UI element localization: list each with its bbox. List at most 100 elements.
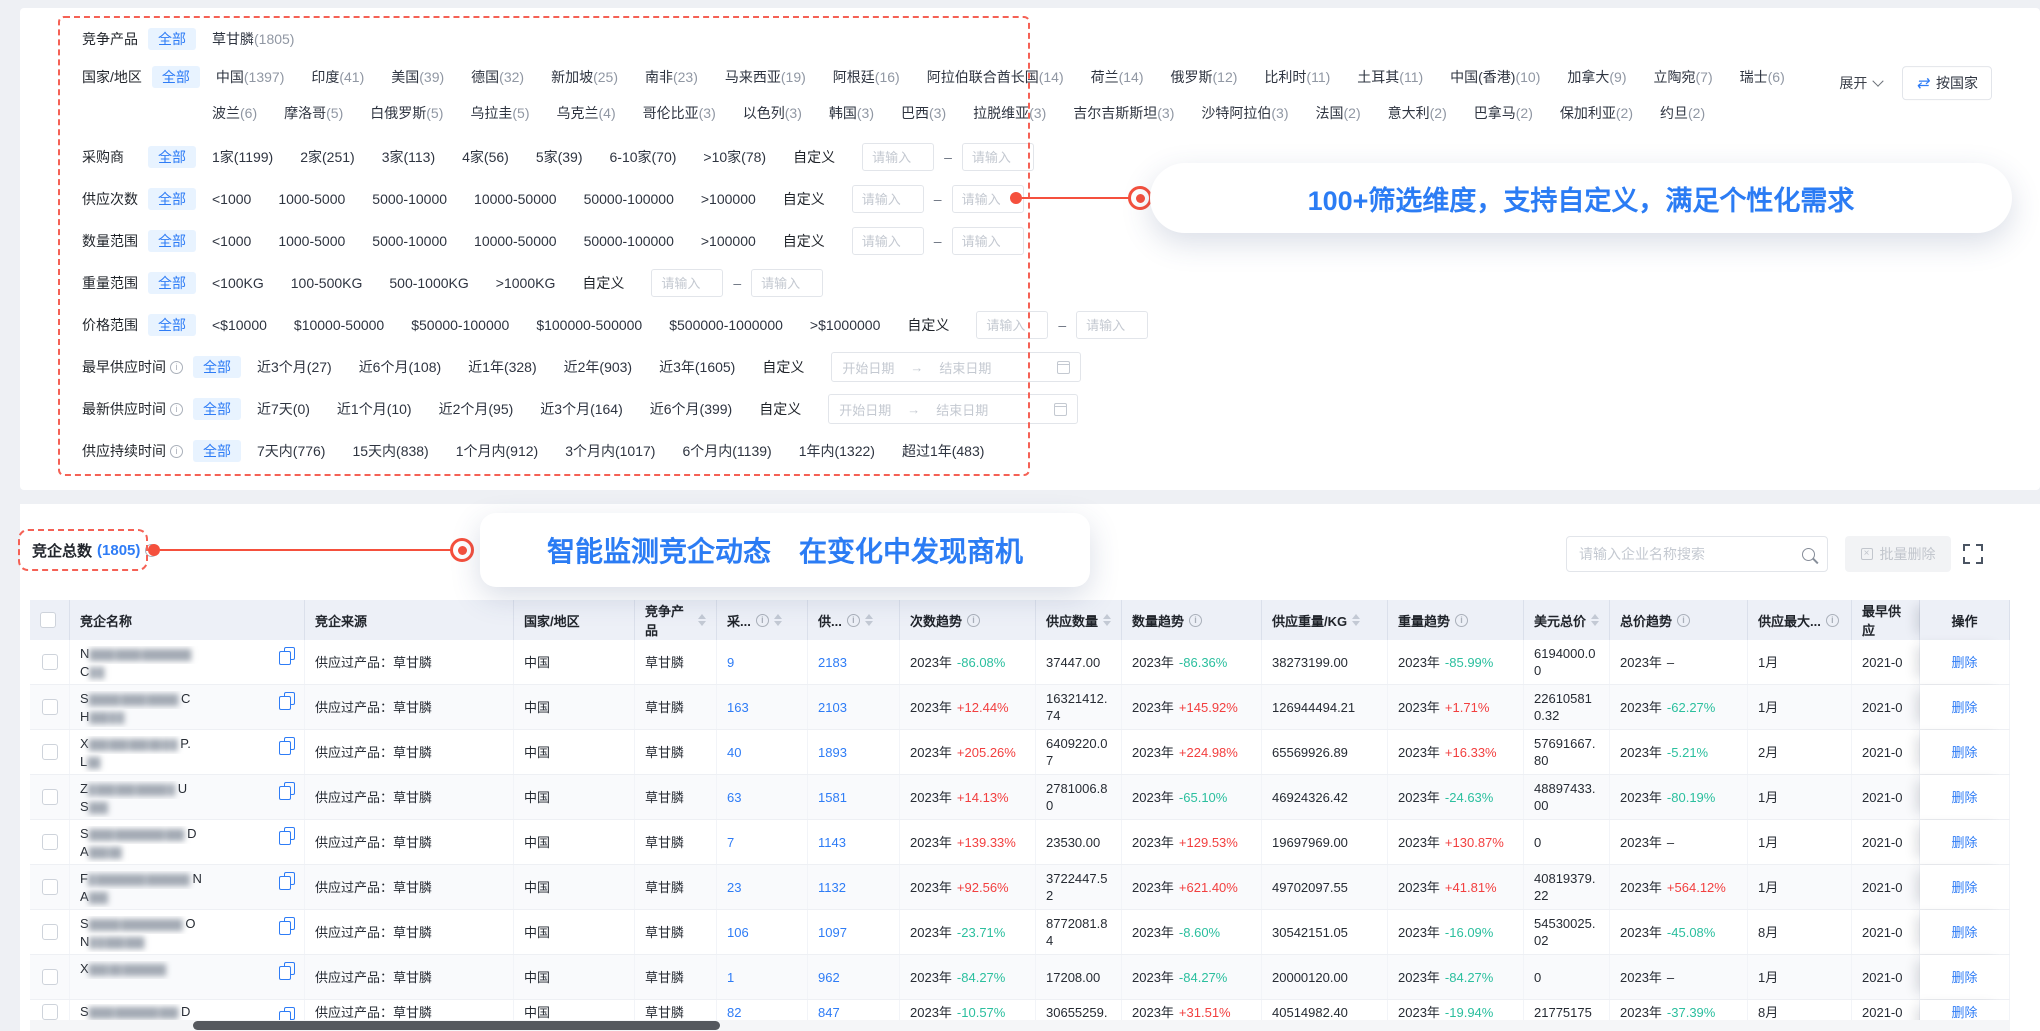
- row-checkbox[interactable]: [42, 1004, 58, 1020]
- delete-link[interactable]: 删除: [1951, 834, 1977, 851]
- copy-icon[interactable]: [284, 962, 295, 975]
- table-header-cell-weight[interactable]: 供应重量/KG: [1262, 600, 1388, 640]
- trend-year: 2023年: [1398, 654, 1440, 671]
- delete-link[interactable]: 删除: [1951, 654, 1977, 671]
- info-icon[interactable]: [1826, 614, 1839, 627]
- filter-option[interactable]: 意大利(2): [1388, 103, 1447, 123]
- company-search-input[interactable]: [1579, 546, 1794, 562]
- linked-count[interactable]: 962: [818, 969, 840, 986]
- copy-icon[interactable]: [284, 872, 295, 885]
- table-header-cell-usd[interactable]: 美元总价: [1524, 600, 1610, 640]
- info-icon[interactable]: [756, 614, 769, 627]
- linked-count[interactable]: 1893: [818, 744, 847, 761]
- search-icon[interactable]: [1802, 548, 1815, 561]
- trend-percent: +1.71%: [1445, 699, 1489, 716]
- range-input-max[interactable]: [1076, 311, 1148, 339]
- info-icon[interactable]: [967, 614, 980, 627]
- linked-count[interactable]: 847: [818, 1004, 840, 1021]
- copy-icon[interactable]: [284, 782, 295, 795]
- filter-option[interactable]: 俄罗斯(12): [1171, 67, 1238, 87]
- trend-year: 2023年: [1132, 834, 1174, 851]
- row-checkbox[interactable]: [42, 969, 58, 985]
- sort-icon[interactable]: [865, 614, 873, 626]
- table-header-cell-qty[interactable]: 供应数量: [1036, 600, 1122, 640]
- sort-icon[interactable]: [1103, 614, 1111, 626]
- delete-link[interactable]: 删除: [1951, 699, 1977, 716]
- linked-count[interactable]: 1: [727, 969, 734, 986]
- delete-link[interactable]: 删除: [1951, 744, 1977, 761]
- row-checkbox[interactable]: [42, 699, 58, 715]
- copy-icon[interactable]: [284, 692, 295, 705]
- filter-option[interactable]: 保加利亚(2): [1560, 103, 1633, 123]
- filter-option[interactable]: 比利时(11): [1264, 67, 1330, 87]
- linked-count[interactable]: 163: [727, 699, 749, 716]
- linked-count[interactable]: 7: [727, 834, 734, 851]
- linked-count[interactable]: 1132: [818, 879, 846, 896]
- info-icon[interactable]: [1189, 614, 1202, 627]
- by-country-button[interactable]: 按国家: [1902, 66, 1992, 100]
- trend-percent: +145.92%: [1179, 699, 1238, 716]
- table-header-cell-supplies[interactable]: 供...: [808, 600, 900, 640]
- option-count: (2): [1516, 105, 1533, 121]
- sort-icon[interactable]: [1352, 614, 1360, 626]
- cell-text: 46924326.42: [1272, 789, 1348, 806]
- sort-icon[interactable]: [698, 614, 706, 626]
- filter-option[interactable]: 立陶宛(7): [1654, 67, 1713, 87]
- linked-count[interactable]: 2103: [818, 699, 847, 716]
- batch-delete-label: 批量删除: [1880, 544, 1936, 564]
- filter-option[interactable]: 法国(2): [1316, 103, 1361, 123]
- fullscreen-icon[interactable]: [1963, 544, 1983, 564]
- header-checkbox[interactable]: [40, 612, 56, 628]
- delete-link[interactable]: 删除: [1951, 879, 1977, 896]
- filter-option[interactable]: 瑞士(6): [1740, 67, 1785, 87]
- filter-option[interactable]: 荷兰(14): [1091, 67, 1144, 87]
- row-checkbox[interactable]: [42, 789, 58, 805]
- filter-option[interactable]: 约旦(2): [1660, 103, 1705, 123]
- linked-count[interactable]: 1143: [818, 834, 846, 851]
- linked-count[interactable]: 106: [727, 924, 749, 941]
- table-header-cell-product[interactable]: 竞争产品: [635, 600, 717, 640]
- delete-link[interactable]: 删除: [1951, 1004, 1977, 1021]
- copy-icon[interactable]: [284, 917, 295, 930]
- table-header-cell-buyers[interactable]: 采...: [717, 600, 808, 640]
- delete-link[interactable]: 删除: [1951, 789, 1977, 806]
- filter-option[interactable]: 中国(香港)(10): [1450, 67, 1540, 87]
- linked-count[interactable]: 63: [727, 789, 741, 806]
- row-checkbox[interactable]: [42, 834, 58, 850]
- info-icon[interactable]: [847, 614, 860, 627]
- linked-count[interactable]: 40: [727, 744, 741, 761]
- h-scrollbar-thumb[interactable]: [193, 1021, 720, 1030]
- linked-count[interactable]: 2183: [818, 654, 847, 671]
- delete-link[interactable]: 删除: [1951, 924, 1977, 941]
- row-checkbox[interactable]: [42, 744, 58, 760]
- row-checkbox[interactable]: [42, 879, 58, 895]
- filter-option[interactable]: 吉尔吉斯斯坦(3): [1073, 103, 1174, 123]
- linked-count[interactable]: 82: [727, 1004, 741, 1021]
- copy-icon[interactable]: [284, 737, 295, 750]
- filter-option[interactable]: 沙特阿拉伯(3): [1201, 103, 1288, 123]
- expand-toggle[interactable]: 展开: [1839, 73, 1882, 93]
- linked-count[interactable]: 23: [727, 879, 741, 896]
- info-icon[interactable]: [1455, 614, 1468, 627]
- linked-count[interactable]: 1097: [818, 924, 847, 941]
- cell-qty_trend: 2023年-84.27%: [1122, 955, 1262, 999]
- copy-icon[interactable]: [284, 647, 295, 660]
- row-checkbox[interactable]: [42, 654, 58, 670]
- filter-option[interactable]: 巴拿马(2): [1474, 103, 1533, 123]
- cell-text: 126944494.21: [1272, 699, 1355, 716]
- company-name-line: L██: [80, 754, 294, 772]
- copy-icon[interactable]: [284, 1007, 295, 1020]
- filter-option[interactable]: 土耳其(11): [1357, 67, 1423, 87]
- row-checkbox[interactable]: [42, 924, 58, 940]
- delete-link[interactable]: 删除: [1951, 969, 1977, 986]
- cell-max: 1月: [1748, 685, 1852, 729]
- copy-icon[interactable]: [284, 827, 295, 840]
- sort-icon[interactable]: [1591, 614, 1599, 626]
- info-icon[interactable]: [1677, 614, 1690, 627]
- linked-count[interactable]: 9: [727, 654, 734, 671]
- linked-count[interactable]: 1581: [818, 789, 847, 806]
- filter-option[interactable]: 加拿大(9): [1567, 67, 1626, 87]
- sort-icon[interactable]: [774, 614, 782, 626]
- trend-percent: -5.21%: [1667, 744, 1708, 761]
- batch-delete-button[interactable]: 批量删除: [1845, 536, 1951, 572]
